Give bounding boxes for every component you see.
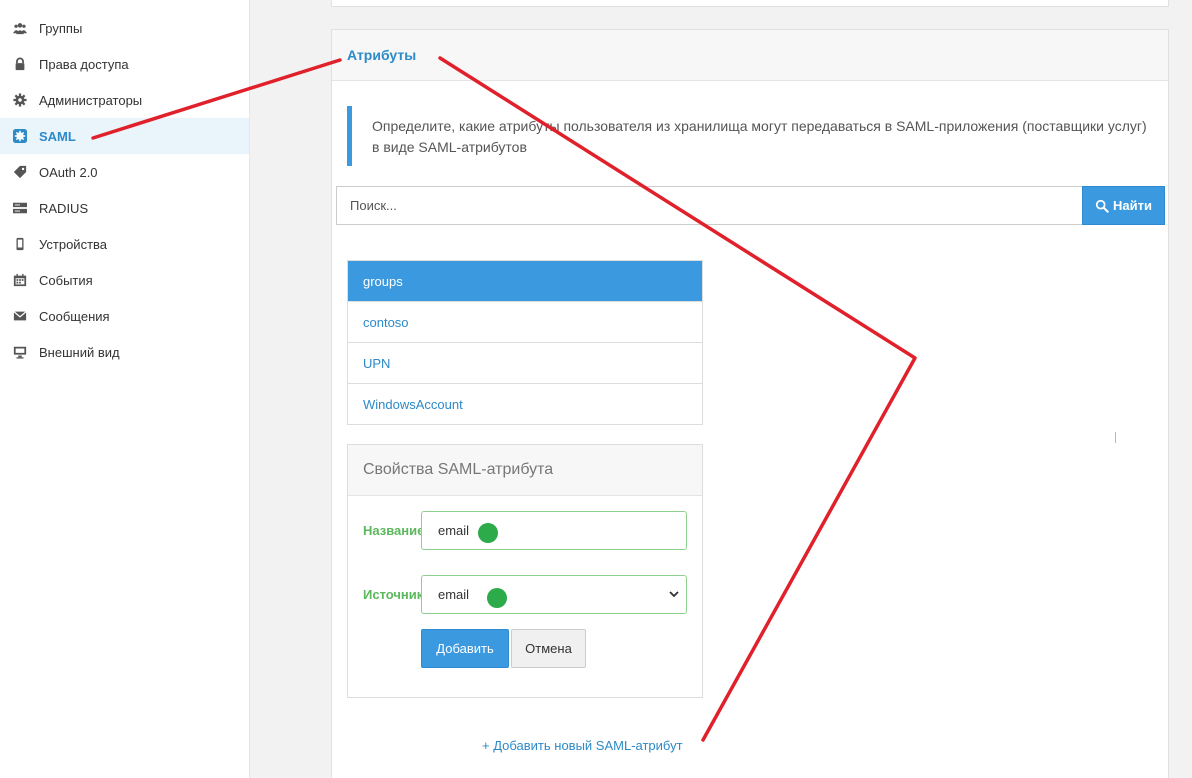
properties-title: Свойства SAML-атрибута <box>348 445 702 496</box>
search-bar: Найти <box>336 186 1165 225</box>
attributes-panel: Атрибуты Определите, какие атрибуты поль… <box>331 29 1169 778</box>
list-item[interactable]: contoso <box>348 301 702 342</box>
tag-icon <box>12 164 28 180</box>
annotation-marker <box>478 523 498 543</box>
attribute-list: groups contoso UPN WindowsAccount <box>347 260 703 425</box>
annotation-marker <box>487 588 507 608</box>
sidebar-item-events[interactable]: События <box>0 262 249 298</box>
add-new-attribute-link[interactable]: + Добавить новый SAML-атрибут <box>482 738 683 753</box>
search-button[interactable]: Найти <box>1082 186 1165 225</box>
search-input[interactable] <box>336 186 1082 225</box>
search-button-label: Найти <box>1113 198 1152 213</box>
sidebar-item-access-rights[interactable]: Права доступа <box>0 46 249 82</box>
sidebar-item-label: Сообщения <box>39 308 110 324</box>
sidebar-item-label: OAuth 2.0 <box>39 164 98 180</box>
name-field[interactable] <box>421 511 687 550</box>
info-callout: Определите, какие атрибуты пользователя … <box>347 106 1147 166</box>
sidebar-item-label: Администраторы <box>39 92 143 108</box>
sidebar-item-label: RADIUS <box>39 200 89 216</box>
envelope-icon <box>12 308 28 324</box>
saml-badge-icon <box>12 128 28 144</box>
source-select[interactable]: email <box>421 575 687 614</box>
lock-icon <box>12 56 28 72</box>
source-label: Источник <box>363 587 423 602</box>
sidebar: Группы Права доступа Администраторы SAML… <box>0 0 250 778</box>
chevron-down-icon <box>669 591 679 598</box>
saml-attribute-properties: Свойства SAML-атрибута Название Источник… <box>347 444 703 698</box>
sidebar-item-appearance[interactable]: Внешний вид <box>0 334 249 370</box>
list-item[interactable]: WindowsAccount <box>348 383 702 424</box>
list-item[interactable]: UPN <box>348 342 702 383</box>
add-button[interactable]: Добавить <box>421 629 509 668</box>
panel-title: Атрибуты <box>347 47 417 63</box>
sidebar-item-messages[interactable]: Сообщения <box>0 298 249 334</box>
divider <box>1115 432 1116 443</box>
sidebar-item-admins[interactable]: Администраторы <box>0 82 249 118</box>
sidebar-item-saml[interactable]: SAML <box>0 118 249 154</box>
cancel-button[interactable]: Отмена <box>511 629 586 668</box>
sidebar-item-devices[interactable]: Устройства <box>0 226 249 262</box>
source-select-value: email <box>438 587 470 602</box>
sidebar-item-radius[interactable]: RADIUS <box>0 190 249 226</box>
sidebar-item-label: События <box>39 272 93 288</box>
sidebar-item-label: Права доступа <box>39 56 129 72</box>
sidebar-item-oauth[interactable]: OAuth 2.0 <box>0 154 249 190</box>
calendar-icon <box>12 272 28 288</box>
users-icon <box>12 20 28 36</box>
panel-header: Атрибуты <box>332 30 1168 81</box>
name-label: Название <box>363 523 423 538</box>
list-item[interactable]: groups <box>348 261 702 301</box>
sidebar-item-groups[interactable]: Группы <box>0 10 249 46</box>
sidebar-item-label: SAML <box>39 128 76 144</box>
sidebar-item-label: Внешний вид <box>39 344 120 360</box>
gear-icon <box>12 92 28 108</box>
sidebar-item-label: Устройства <box>39 236 108 252</box>
monitor-icon <box>12 344 28 360</box>
search-icon <box>1095 199 1109 213</box>
sidebar-item-label: Группы <box>39 20 83 36</box>
mobile-icon <box>12 236 28 252</box>
previous-panel <box>331 0 1169 7</box>
server-icon <box>12 200 28 216</box>
